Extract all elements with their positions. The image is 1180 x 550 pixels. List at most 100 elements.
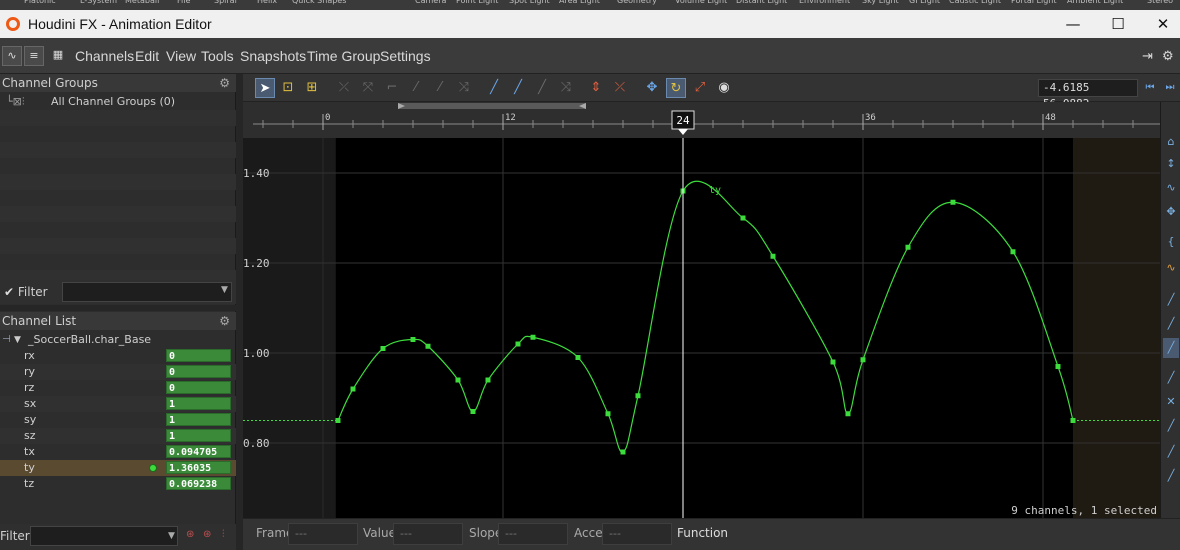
shelf-tool-label[interactable]: Helix <box>257 0 277 5</box>
shelf-tool-label[interactable]: Spot Light <box>509 0 550 5</box>
gear-icon[interactable]: ⚙ <box>219 312 230 330</box>
channel-row-sz[interactable]: sz 1 <box>0 428 236 444</box>
shelf-tool-label[interactable]: Stereo <box>1147 0 1173 5</box>
move-icon[interactable]: ✥ <box>642 78 662 98</box>
maximize-icon[interactable]: ☐ <box>1105 14 1131 34</box>
gear-icon[interactable]: ⚙ <box>1162 48 1174 64</box>
range-slider[interactable] <box>398 103 586 109</box>
tangent-tool-icon[interactable]: ⁄ <box>430 78 450 98</box>
table-view-icon[interactable]: ▦ <box>48 46 68 66</box>
slope-field[interactable]: --- <box>498 523 568 545</box>
keyframe-point[interactable] <box>1010 249 1016 255</box>
channel-value[interactable]: 0 <box>166 381 231 394</box>
keyframe-point[interactable] <box>860 357 866 363</box>
tangent-tool-icon[interactable]: ⤧ <box>358 78 378 98</box>
previous-key-icon[interactable]: ⏮ <box>1140 78 1160 98</box>
gear-icon[interactable]: ⚙ <box>219 74 230 92</box>
accel-field[interactable]: --- <box>602 523 672 545</box>
channel-row-ry[interactable]: ry 0 <box>0 364 236 380</box>
channel-display-icon[interactable]: ╱ <box>1163 368 1179 388</box>
channel-row-ty[interactable]: ty 1.36035 <box>0 460 236 476</box>
home-icon[interactable]: ⌂ <box>1163 132 1179 152</box>
channel-group-row[interactable]: └⊠⫶ All Channel Groups (0) <box>0 94 236 110</box>
keyframe-point[interactable] <box>740 215 746 221</box>
close-icon[interactable]: ✕ <box>1150 14 1176 34</box>
shelf-tool-label[interactable]: Sky Light <box>862 0 899 5</box>
tangent-tool-icon[interactable]: ⤨ <box>454 78 474 98</box>
menu-edit[interactable]: Edit <box>135 48 159 64</box>
shelf-tool-label[interactable]: Environment <box>799 0 850 5</box>
shelf-tool-label[interactable]: L-System <box>80 0 117 5</box>
keyframe-point[interactable] <box>905 244 911 250</box>
shelf-tool-label[interactable]: File <box>177 0 190 5</box>
shelf-tool-label[interactable]: Quick Shapes <box>292 0 346 5</box>
keyframe-point[interactable] <box>410 337 416 342</box>
keyframe-point[interactable] <box>515 341 521 347</box>
channel-value[interactable]: 0.094705 <box>166 445 231 458</box>
menu-snapshots[interactable]: Snapshots <box>240 48 306 64</box>
select-tool-icon[interactable]: ➤ <box>255 78 275 98</box>
frame-field[interactable]: --- <box>288 523 358 545</box>
minimize-icon[interactable]: — <box>1060 14 1086 34</box>
keyframe-point[interactable] <box>620 449 626 455</box>
keyframe-point[interactable] <box>830 359 836 365</box>
splitter-handle[interactable] <box>0 305 236 311</box>
ripple-icon[interactable]: ⤢ <box>690 78 710 98</box>
keyframe-point[interactable] <box>635 393 641 399</box>
chevron-down-icon[interactable]: ▼ <box>221 285 228 295</box>
channel-display-icon[interactable]: ╱ <box>1163 442 1179 462</box>
keyframe-point[interactable] <box>485 377 491 383</box>
timeline-ruler[interactable]: 0 12 36 48 24 <box>243 102 1160 138</box>
chevron-down-icon[interactable]: ▼ <box>168 531 175 541</box>
smooth-icon[interactable]: ╱ <box>532 78 552 98</box>
channel-display-icon[interactable]: ╱ <box>1163 416 1179 436</box>
shelf-tool-label[interactable]: Portal Light <box>1011 0 1057 5</box>
curve-display-icon[interactable]: ∿ <box>1163 258 1179 278</box>
menu-channels[interactable]: Channels <box>75 48 134 64</box>
keyframe-point[interactable] <box>605 411 611 417</box>
tangent-tool-icon[interactable]: ⌐ <box>382 78 402 98</box>
curve-graph[interactable]: 1.40 1.20 1.00 0.80 ty 9 channels, 1 selected <box>243 138 1160 518</box>
menu-time-group[interactable]: Time Group <box>307 48 380 64</box>
sculpt-icon[interactable]: ╱ <box>508 78 528 98</box>
shelf-tool-label[interactable]: Geometry <box>617 0 657 5</box>
insert-key-icon[interactable]: ⇕ <box>586 78 606 98</box>
shelf-tool-label[interactable]: Point Light <box>456 0 498 5</box>
chevron-down-icon[interactable]: ▼ <box>14 332 21 348</box>
node-row[interactable]: ⊣ ▼ _SoccerBall.char_Base <box>0 332 236 348</box>
channel-display-icon[interactable]: ╱ <box>1163 466 1179 486</box>
filter-input[interactable] <box>62 282 232 302</box>
channel-value[interactable]: 1.36035 <box>166 461 231 474</box>
channel-row-tx[interactable]: tx 0.094705 <box>0 444 236 460</box>
menu-tools[interactable]: Tools <box>201 48 234 64</box>
fit-icon[interactable]: ✥ <box>1163 202 1179 222</box>
filter-option-icon[interactable]: ⊛ <box>203 529 211 540</box>
flatten-icon[interactable]: ⤨ <box>556 78 576 98</box>
keyframe-point[interactable] <box>770 253 776 259</box>
channel-row-rx[interactable]: rx 0 <box>0 348 236 364</box>
keyframe-point[interactable] <box>455 377 461 383</box>
channel-row-sy[interactable]: sy 1 <box>0 412 236 428</box>
function-label[interactable]: Function <box>677 526 728 540</box>
tangent-tool-icon[interactable]: ⤫ <box>334 78 354 98</box>
channel-row-rz[interactable]: rz 0 <box>0 380 236 396</box>
menu-settings[interactable]: Settings <box>380 48 431 64</box>
frame-selected-icon[interactable]: ∿ <box>1163 178 1179 198</box>
channel-row-tz[interactable]: tz 0.069238 <box>0 476 236 492</box>
shelf-tool-label[interactable]: Distant Light <box>736 0 787 5</box>
tangent-display-icon[interactable]: ╱ <box>1163 314 1179 334</box>
tangent-display-icon[interactable]: ╱ <box>1163 290 1179 310</box>
ty-curve[interactable] <box>337 180 1074 453</box>
bracket-icon[interactable]: { <box>1163 232 1179 252</box>
channel-row-sx[interactable]: sx 1 <box>0 396 236 412</box>
draw-curve-icon[interactable]: ╱ <box>484 78 504 98</box>
graph-view-icon[interactable]: ∿ <box>2 46 22 66</box>
shelf-tool-label[interactable]: Caustic Light <box>949 0 1001 5</box>
keyframe-point[interactable] <box>575 355 581 360</box>
pin-icon[interactable]: ⊣ <box>2 332 11 348</box>
channel-value[interactable]: 1 <box>166 429 231 442</box>
delete-key-icon[interactable]: ⤫ <box>610 78 630 98</box>
channel-display-icon[interactable]: ✕ <box>1163 392 1179 412</box>
frame-all-icon[interactable]: ↕ <box>1163 154 1179 174</box>
keyframe-point[interactable] <box>1070 418 1076 423</box>
